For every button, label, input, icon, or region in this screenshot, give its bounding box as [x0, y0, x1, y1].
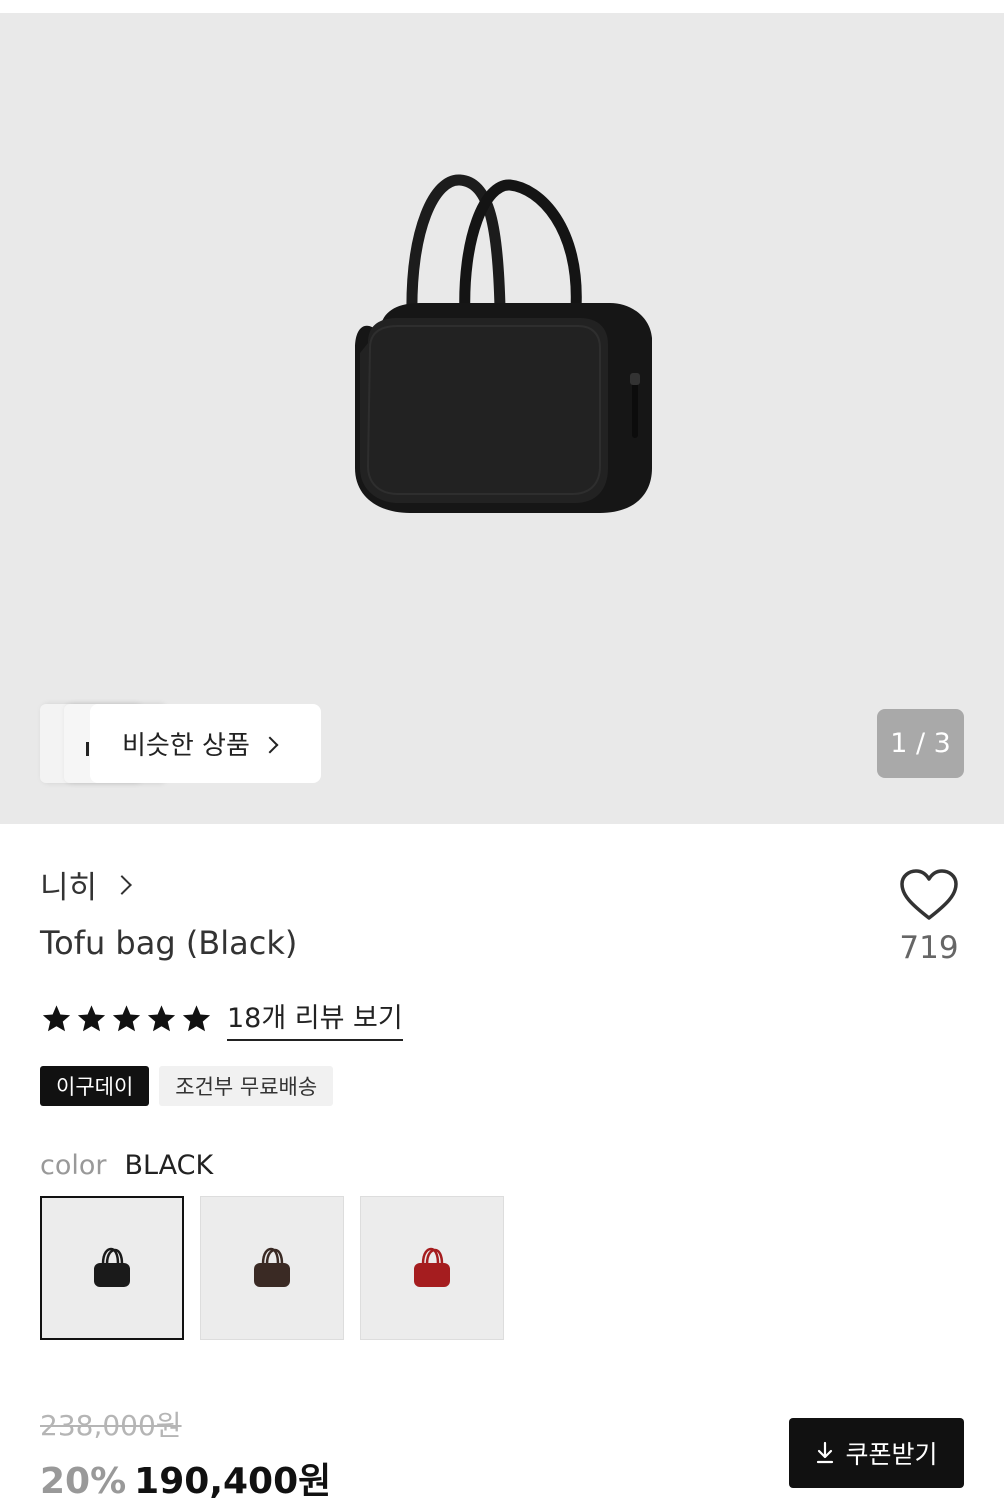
sale-price: 190,400원	[134, 1461, 332, 1500]
color-swatch-1[interactable]	[40, 1196, 184, 1340]
star-icon	[112, 1004, 141, 1031]
discount-rate: 20%	[40, 1461, 127, 1500]
color-label: color	[40, 1150, 107, 1181]
coupon-button[interactable]: 쿠폰받기	[789, 1418, 964, 1488]
color-selector-label: color BLACK	[40, 1150, 213, 1181]
product-image-gallery[interactable]: 비슷한 상품 1 / 3	[0, 13, 1004, 824]
chevron-right-icon	[261, 736, 279, 753]
tag-promo: 이구데이	[40, 1066, 150, 1106]
star-icon	[42, 1004, 71, 1031]
rating-row: 18개 리뷰 보기	[40, 996, 403, 1041]
like-button[interactable]: 719	[893, 868, 965, 966]
star-rating	[40, 1003, 213, 1035]
brand-link[interactable]: 니히	[40, 862, 132, 907]
tag-shipping: 조건부 무료배송	[159, 1066, 334, 1106]
like-count: 719	[899, 930, 959, 966]
color-value: BLACK	[124, 1150, 214, 1181]
color-swatch-3[interactable]	[360, 1196, 504, 1340]
review-link[interactable]: 18개 리뷰 보기	[227, 996, 403, 1041]
price-row: 20% 190,400원	[40, 1452, 331, 1500]
star-icon	[77, 1004, 106, 1031]
product-tags: 이구데이 조건부 무료배송	[40, 1066, 334, 1106]
similar-products-label: 비슷한 상품	[122, 731, 250, 761]
image-counter: 1 / 3	[877, 709, 964, 778]
color-swatch-2[interactable]	[200, 1196, 344, 1340]
product-title: Tofu bag (Black)	[40, 924, 298, 962]
star-icon	[147, 1004, 176, 1031]
color-swatches	[40, 1196, 504, 1340]
chevron-right-icon	[112, 874, 132, 895]
heart-icon	[900, 869, 958, 920]
bag-thumbnail-icon	[414, 1247, 450, 1287]
download-icon	[817, 1441, 834, 1464]
coupon-button-label: 쿠폰받기	[845, 1440, 938, 1469]
bag-thumbnail-icon	[254, 1247, 290, 1287]
original-price: 238,000원	[40, 1409, 182, 1442]
product-image	[355, 174, 652, 513]
bag-thumbnail-icon	[94, 1247, 130, 1287]
similar-products-button[interactable]: 비슷한 상품	[90, 704, 321, 783]
brand-name: 니히	[40, 870, 98, 906]
star-icon	[182, 1004, 211, 1031]
